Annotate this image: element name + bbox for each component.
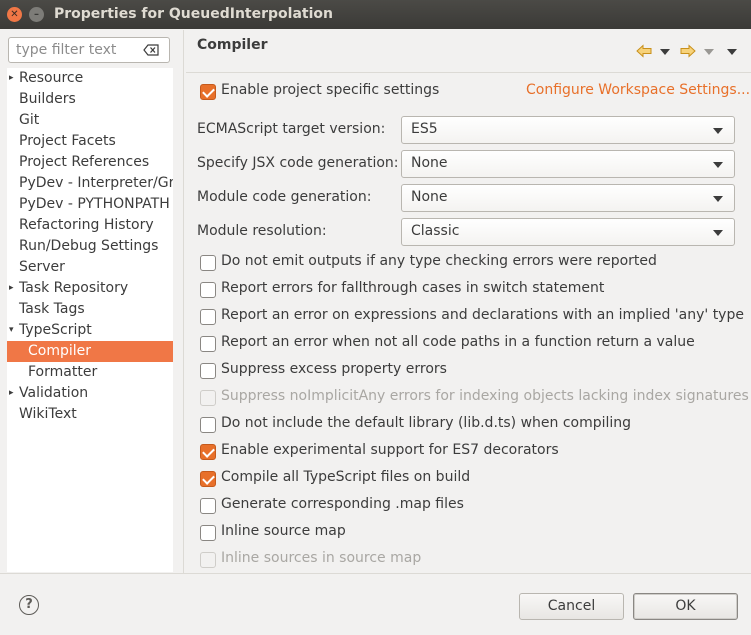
tree-item-compiler[interactable]: Compiler <box>7 341 173 362</box>
title-bar: ✕ – Properties for QueuedInterpolation <box>0 0 751 29</box>
compile-on-build-label: Compile all TypeScript files on build <box>221 469 471 485</box>
tree-item-builders[interactable]: Builders <box>7 89 173 110</box>
tree-item-formatter[interactable]: Formatter <box>7 362 173 383</box>
filter-box <box>8 37 170 63</box>
ok-button[interactable]: OK <box>633 593 738 620</box>
dropdown-arrow-icon <box>713 230 723 236</box>
back-arrow-icon[interactable] <box>636 44 652 58</box>
filter-input[interactable] <box>16 42 146 58</box>
ecmascript-target-select[interactable]: ES5 <box>401 116 735 144</box>
implicit-returns-checkbox[interactable] <box>200 336 216 352</box>
enable-project-settings-label: Enable project specific settings <box>221 82 440 98</box>
forward-menu-chevron-icon[interactable] <box>704 49 714 55</box>
expand-arrow-icon[interactable]: ▸ <box>9 383 14 404</box>
expand-arrow-icon[interactable]: ▸ <box>9 278 14 299</box>
page-title: Compiler <box>197 37 268 53</box>
module-resolution-label: Module resolution: <box>197 223 327 239</box>
button-bar-separator <box>0 573 751 574</box>
tree-item-refactoring-history[interactable]: Refactoring History <box>7 215 173 236</box>
fallthrough-errors-label: Report errors for fallthrough cases in s… <box>221 280 605 296</box>
close-icon: ✕ <box>10 9 19 20</box>
close-window-button[interactable]: ✕ <box>7 7 22 22</box>
clear-filter-icon[interactable] <box>143 44 159 56</box>
preference-tree: ▸ Resource Builders Git Project Facets Pr… <box>7 68 173 572</box>
experimental-decorators-checkbox[interactable] <box>200 444 216 460</box>
inline-sources-checkbox <box>200 552 216 568</box>
generate-map-files-label: Generate corresponding .map files <box>221 496 464 512</box>
compile-on-build-checkbox[interactable] <box>200 471 216 487</box>
suppress-implicit-any-index-checkbox <box>200 390 216 406</box>
tree-item-run-debug-settings[interactable]: Run/Debug Settings <box>7 236 173 257</box>
tree-item-server[interactable]: Server <box>7 257 173 278</box>
tree-item-typescript[interactable]: ▾ TypeScript <box>7 320 173 341</box>
suppress-implicit-any-index-label: Suppress noImplicitAny errors for indexi… <box>221 388 749 404</box>
tree-item-git[interactable]: Git <box>7 110 173 131</box>
jsx-generation-select[interactable]: None <box>401 150 735 178</box>
no-emit-on-error-label: Do not emit outputs if any type checking… <box>221 253 657 269</box>
tree-item-pydev-interpreter[interactable]: PyDev - Interpreter/Gra <box>7 173 173 194</box>
tree-item-wikitext[interactable]: WikiText <box>7 404 173 425</box>
tree-item-pydev-pythonpath[interactable]: PyDev - PYTHONPATH <box>7 194 173 215</box>
minimize-window-button[interactable]: – <box>29 7 44 22</box>
implicit-any-label: Report an error on expressions and decla… <box>221 307 744 323</box>
dropdown-arrow-icon <box>713 162 723 168</box>
configure-workspace-link[interactable]: Configure Workspace Settings... <box>526 82 750 98</box>
enable-project-settings-checkbox[interactable] <box>200 84 216 100</box>
back-menu-chevron-icon[interactable] <box>660 49 670 55</box>
tree-item-project-facets[interactable]: Project Facets <box>7 131 173 152</box>
jsx-generation-label: Specify JSX code generation: <box>197 155 399 171</box>
implicit-any-checkbox[interactable] <box>200 309 216 325</box>
expand-arrow-icon[interactable]: ▸ <box>9 68 14 89</box>
help-icon[interactable]: ? <box>19 595 39 615</box>
collapse-arrow-icon[interactable]: ▾ <box>9 320 14 341</box>
pane-divider[interactable] <box>183 30 184 573</box>
suppress-excess-property-checkbox[interactable] <box>200 363 216 379</box>
tree-item-task-tags[interactable]: Task Tags <box>7 299 173 320</box>
inline-sources-label: Inline sources in source map <box>221 550 422 566</box>
dropdown-arrow-icon <box>713 196 723 202</box>
module-generation-label: Module code generation: <box>197 189 372 205</box>
header-separator <box>186 72 751 73</box>
tree-item-resource[interactable]: ▸ Resource <box>7 68 173 89</box>
generate-map-files-checkbox[interactable] <box>200 498 216 514</box>
no-default-lib-checkbox[interactable] <box>200 417 216 433</box>
module-generation-select[interactable]: None <box>401 184 735 212</box>
view-menu-chevron-icon[interactable] <box>727 49 737 55</box>
tree-item-task-repository[interactable]: ▸ Task Repository <box>7 278 173 299</box>
module-resolution-select[interactable]: Classic <box>401 218 735 246</box>
implicit-returns-label: Report an error when not all code paths … <box>221 334 695 350</box>
cancel-button[interactable]: Cancel <box>519 593 624 620</box>
window-title: Properties for QueuedInterpolation <box>54 6 333 22</box>
inline-source-map-checkbox[interactable] <box>200 525 216 541</box>
tree-item-project-references[interactable]: Project References <box>7 152 173 173</box>
no-emit-on-error-checkbox[interactable] <box>200 255 216 271</box>
inline-source-map-label: Inline source map <box>221 523 346 539</box>
ecmascript-target-label: ECMAScript target version: <box>197 121 386 137</box>
fallthrough-errors-checkbox[interactable] <box>200 282 216 298</box>
forward-arrow-icon[interactable] <box>680 44 696 58</box>
dropdown-arrow-icon <box>713 128 723 134</box>
suppress-excess-property-label: Suppress excess property errors <box>221 361 447 377</box>
experimental-decorators-label: Enable experimental support for ES7 deco… <box>221 442 559 458</box>
minimize-icon: – <box>34 9 39 20</box>
tree-item-validation[interactable]: ▸ Validation <box>7 383 173 404</box>
no-default-lib-label: Do not include the default library (lib.… <box>221 415 632 431</box>
